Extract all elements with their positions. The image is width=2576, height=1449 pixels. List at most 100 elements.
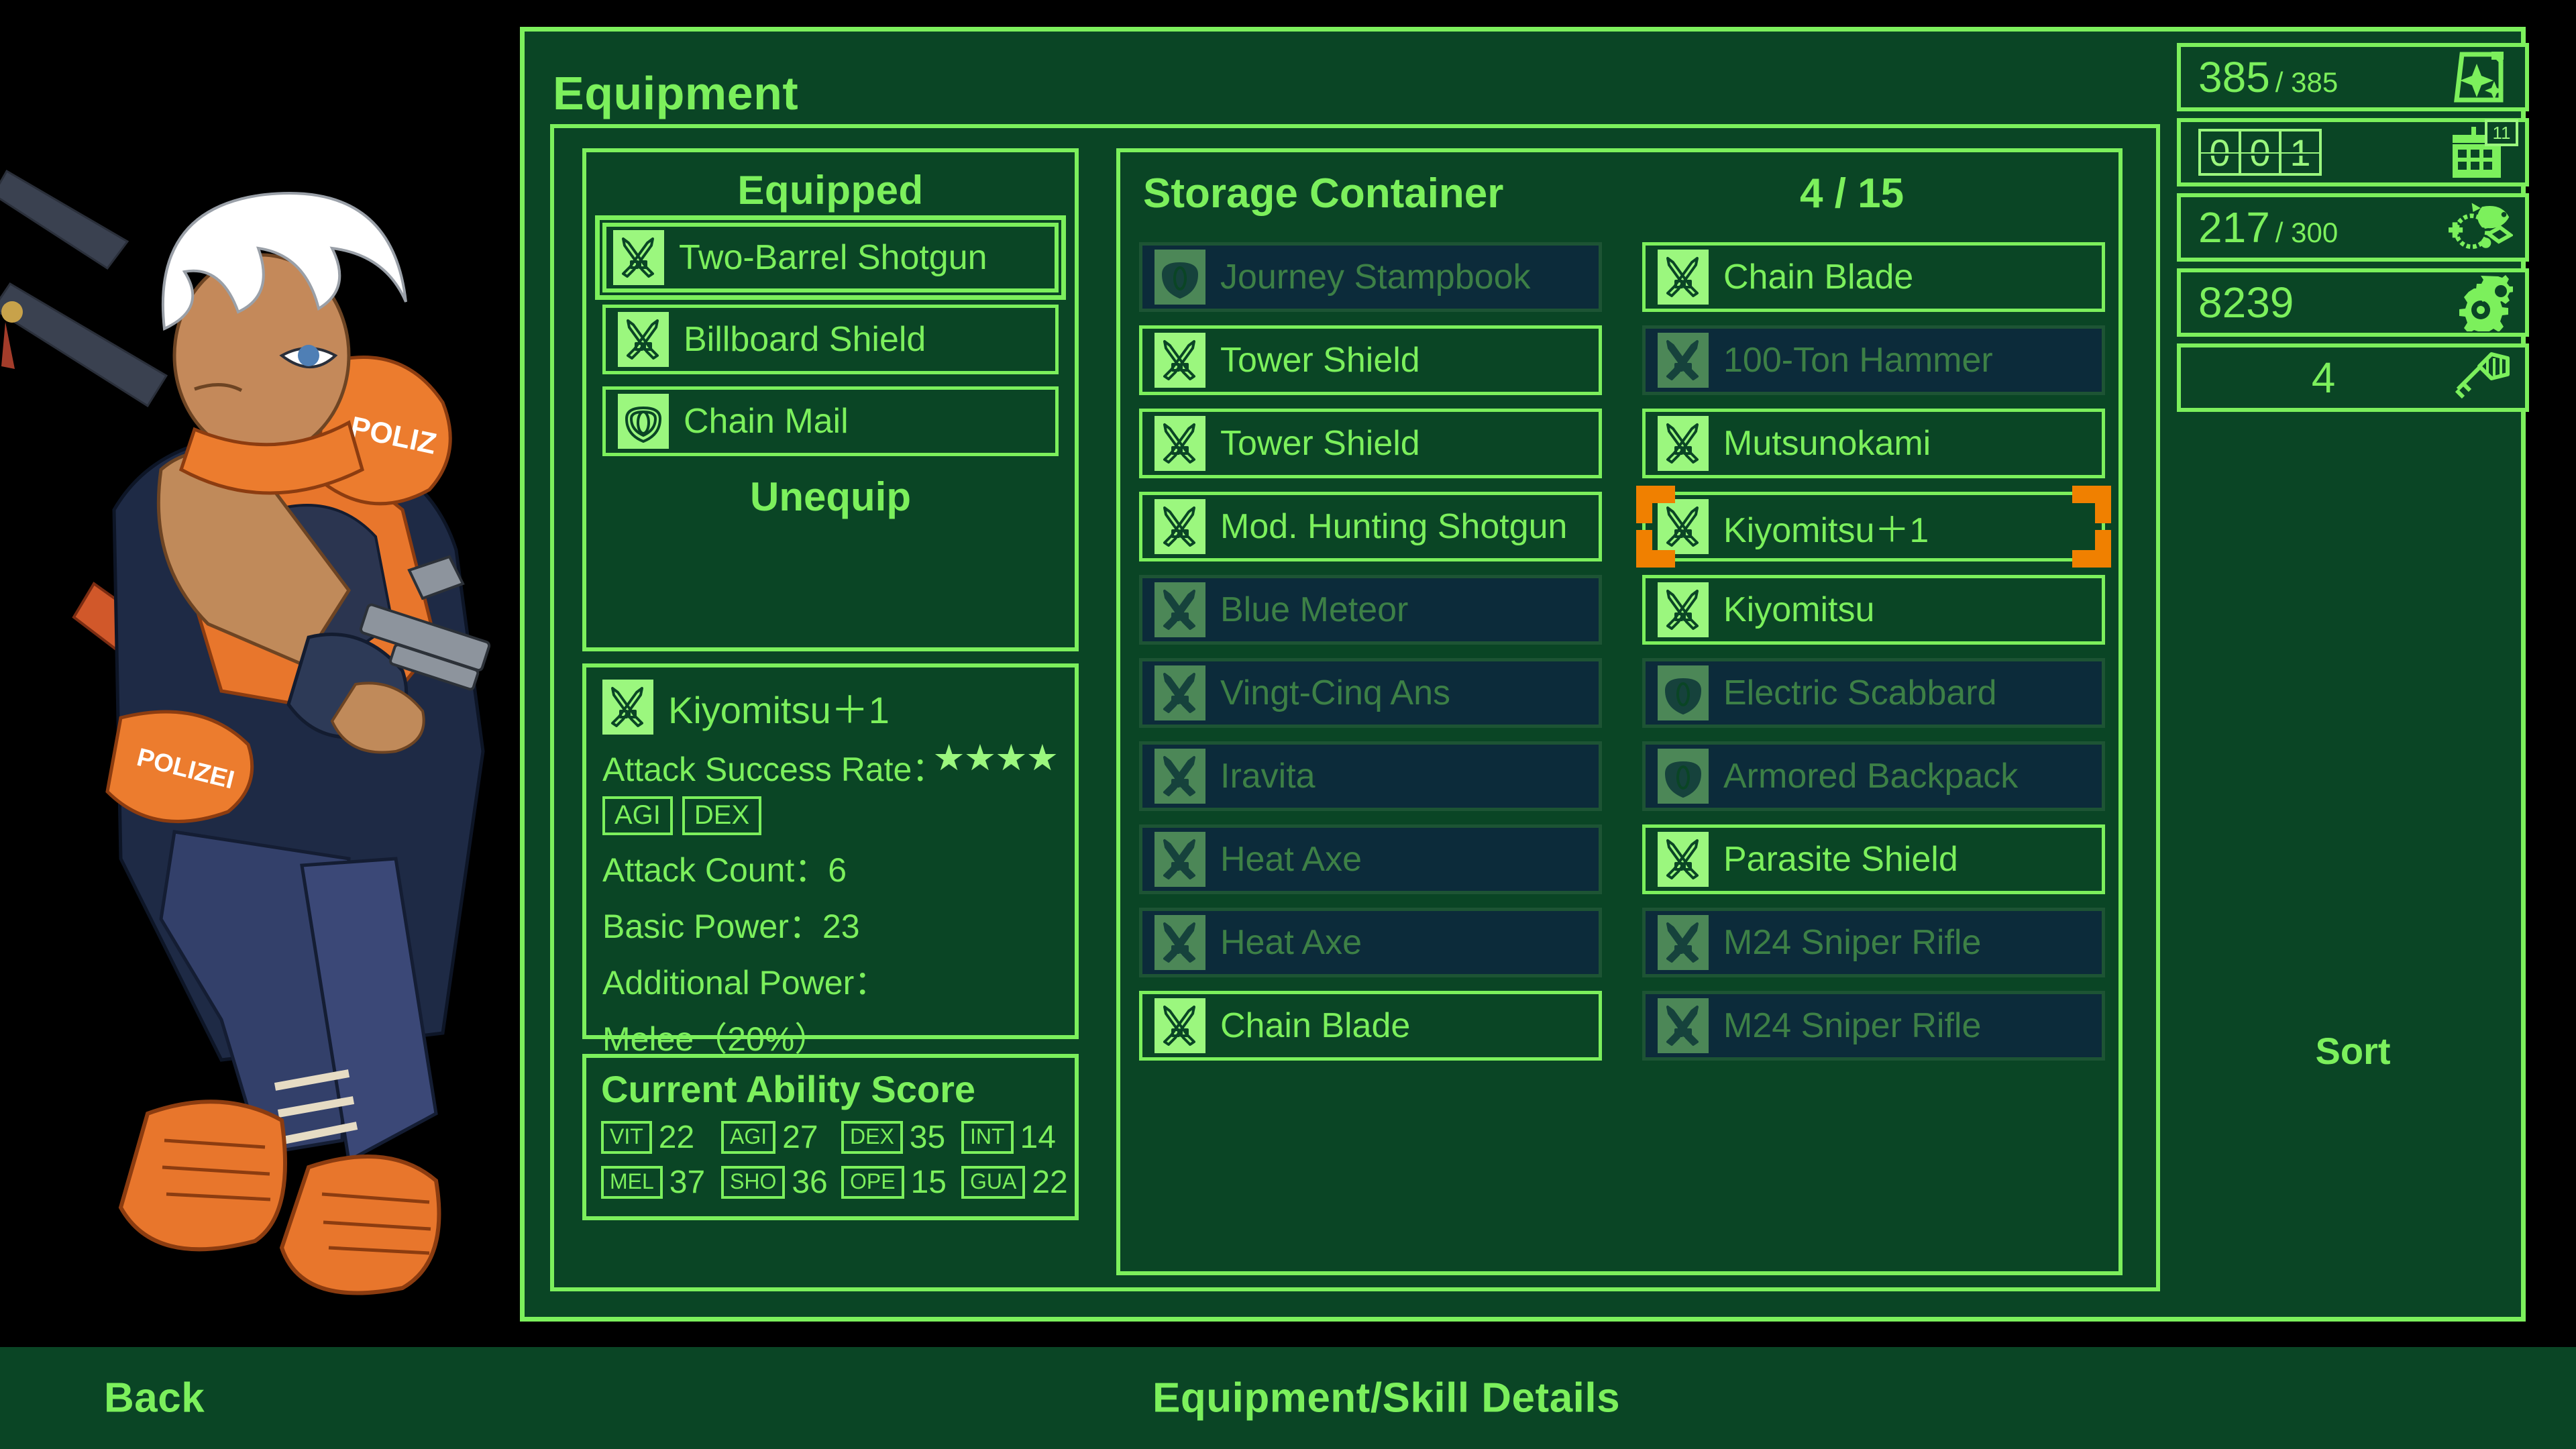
resource-list: 385/ 385 0 0 1 11 217/ 300 8239 4 bbox=[2177, 43, 2529, 412]
ability-cell-dex: DEX 35 bbox=[841, 1119, 955, 1156]
storage-item-9[interactable]: Kiyomitsu bbox=[1642, 575, 2105, 645]
item-label: Heat Axe bbox=[1220, 840, 1362, 879]
weapon-icon bbox=[1155, 333, 1205, 388]
storage-item-8[interactable]: Blue Meteor bbox=[1139, 575, 1602, 645]
storage-item-16[interactable]: Heat Axe bbox=[1139, 908, 1602, 977]
item-detail-panel: Kiyomitsu＋1 ★★★★ Attack Success Rate： AG… bbox=[582, 663, 1079, 1058]
item-label: Electric Scabbard bbox=[1723, 674, 1997, 712]
storage-item-15[interactable]: Parasite Shield bbox=[1642, 824, 2105, 894]
item-label: Mutsunokami bbox=[1723, 424, 1931, 463]
weapon-icon bbox=[1155, 832, 1205, 887]
ability-tag: DEX bbox=[841, 1121, 903, 1154]
ability-cell-vit: VIT 22 bbox=[601, 1119, 714, 1156]
day-counter: 001 bbox=[2198, 129, 2322, 176]
item-label: Chain Blade bbox=[1220, 1006, 1411, 1045]
item-label: Chain Blade bbox=[1723, 258, 1914, 297]
storage-item-14[interactable]: Heat Axe bbox=[1139, 824, 1602, 894]
equipped-list: Two-Barrel Shotgun Billboard Shield Chain … bbox=[586, 215, 1075, 456]
resource-max: / 385 bbox=[2275, 66, 2339, 98]
unequip-button[interactable]: Unequip bbox=[586, 474, 1075, 520]
resource-row-food: 217/ 300 bbox=[2177, 193, 2529, 262]
ability-value: 14 bbox=[1020, 1120, 1056, 1155]
weapon-icon bbox=[1155, 582, 1205, 637]
ability-score-panel: Current Ability Score VIT 22 AGI 27 DEX 35 INT… bbox=[582, 1054, 1079, 1220]
ability-value: 37 bbox=[669, 1165, 706, 1200]
basic-power: Basic Power：23 bbox=[602, 908, 860, 945]
storage-item-3[interactable]: 100-Ton Hammer bbox=[1642, 325, 2105, 395]
storage-item-grid: Journey Stampbook Chain Blade Tower Shield… bbox=[1139, 242, 2111, 1074]
bottom-bar: Back Equipment/Skill Details bbox=[0, 1347, 2576, 1449]
item-label: Mod. Hunting Shotgun bbox=[1220, 507, 1568, 546]
ability-tag: OPE bbox=[841, 1166, 904, 1199]
sort-button[interactable]: Sort bbox=[2177, 1029, 2529, 1073]
storage-item-12[interactable]: Iravita bbox=[1139, 741, 1602, 811]
weapon-icon bbox=[1155, 998, 1205, 1053]
weapon-icon bbox=[1155, 416, 1205, 471]
ability-value: 35 bbox=[909, 1120, 946, 1155]
ability-value: 27 bbox=[782, 1120, 818, 1155]
resource-value: 385 bbox=[2198, 53, 2270, 101]
food-icon bbox=[2449, 199, 2513, 256]
item-label: Iravita bbox=[1220, 757, 1316, 796]
storage-item-1[interactable]: Chain Blade bbox=[1642, 242, 2105, 312]
weapon-icon bbox=[602, 680, 653, 735]
item-label: Armored Backpack bbox=[1723, 757, 2019, 796]
resource-row-calendar: 0 0 1 11 bbox=[2177, 118, 2529, 186]
armor-icon bbox=[1658, 665, 1709, 720]
ability-tag: GUA bbox=[961, 1166, 1026, 1199]
ability-cell-agi: AGI 27 bbox=[721, 1119, 835, 1156]
storage-item-10[interactable]: Vingt-Cinq Ans bbox=[1139, 658, 1602, 728]
resource-value: 217 bbox=[2198, 203, 2270, 252]
item-label: Journey Stampbook bbox=[1220, 258, 1531, 297]
armor-icon bbox=[1658, 749, 1709, 804]
storage-item-13[interactable]: Armored Backpack bbox=[1642, 741, 2105, 811]
equipment-skill-details-button[interactable]: Equipment/Skill Details bbox=[1152, 1375, 1620, 1422]
weapon-icon bbox=[613, 230, 664, 285]
weapon-icon bbox=[1658, 582, 1709, 637]
item-label: M24 Sniper Rifle bbox=[1723, 1006, 1982, 1045]
storage-item-11[interactable]: Electric Scabbard bbox=[1642, 658, 2105, 728]
weapon-icon bbox=[1658, 333, 1709, 388]
stat-tag-agi: AGI bbox=[602, 796, 673, 835]
back-button[interactable]: Back bbox=[104, 1375, 205, 1422]
attack-count: Attack Count：6 bbox=[602, 851, 847, 889]
ability-cell-gua: GUA 22 bbox=[961, 1164, 1075, 1201]
equipped-item-0[interactable]: Two-Barrel Shotgun bbox=[595, 215, 1066, 300]
content-frame: Equipped Two-Barrel Shotgun Billboard Shi… bbox=[550, 124, 2160, 1291]
storage-item-5[interactable]: Mutsunokami bbox=[1642, 409, 2105, 478]
storage-item-17[interactable]: M24 Sniper Rifle bbox=[1642, 908, 2105, 977]
equipped-item-2[interactable]: Chain Mail bbox=[602, 386, 1059, 456]
resource-row-key: 4 bbox=[2177, 343, 2529, 412]
weapon-icon bbox=[1155, 665, 1205, 720]
equipped-item-1[interactable]: Billboard Shield bbox=[602, 305, 1059, 374]
stat-tag-dex: DEX bbox=[682, 796, 762, 835]
item-label: Two-Barrel Shotgun bbox=[679, 238, 987, 277]
weapon-icon bbox=[1658, 998, 1709, 1053]
item-label: Vingt-Cinq Ans bbox=[1220, 674, 1451, 712]
weapon-icon bbox=[1658, 915, 1709, 970]
ability-cell-ope: OPE 15 bbox=[841, 1164, 955, 1201]
item-label: Blue Meteor bbox=[1220, 590, 1409, 629]
ability-cell-sho: SHO 36 bbox=[721, 1164, 835, 1201]
storage-item-18[interactable]: Chain Blade bbox=[1139, 991, 1602, 1061]
weapon-icon bbox=[1658, 832, 1709, 887]
weapon-icon bbox=[1155, 499, 1205, 554]
storage-container-panel: Storage Container 4 / 15 Journey Stampbo… bbox=[1116, 148, 2123, 1275]
storage-item-7[interactable]: Kiyomitsu＋1 bbox=[1636, 486, 2111, 568]
storage-item-4[interactable]: Tower Shield bbox=[1139, 409, 1602, 478]
weapon-icon bbox=[1658, 250, 1709, 305]
ability-tag: VIT bbox=[601, 1121, 652, 1154]
detail-item-name: Kiyomitsu＋1 bbox=[668, 688, 890, 731]
storage-item-6[interactable]: Mod. Hunting Shotgun bbox=[1139, 492, 1602, 561]
ability-row-1: VIT 22 AGI 27 DEX 35 INT 14 bbox=[601, 1119, 1075, 1156]
storage-item-2[interactable]: Tower Shield bbox=[1139, 325, 1602, 395]
item-label: Kiyomitsu＋1 bbox=[1723, 511, 1929, 550]
storage-item-19[interactable]: M24 Sniper Rifle bbox=[1642, 991, 2105, 1061]
detail-header: Kiyomitsu＋1 bbox=[602, 680, 1075, 735]
ability-value: 15 bbox=[910, 1165, 947, 1200]
storage-item-0[interactable]: Journey Stampbook bbox=[1139, 242, 1602, 312]
page-title: Equipment bbox=[553, 67, 799, 119]
item-label: M24 Sniper Rifle bbox=[1723, 923, 1982, 962]
equipped-heading: Equipped bbox=[737, 168, 924, 213]
item-label: Kiyomitsu bbox=[1723, 590, 1875, 629]
